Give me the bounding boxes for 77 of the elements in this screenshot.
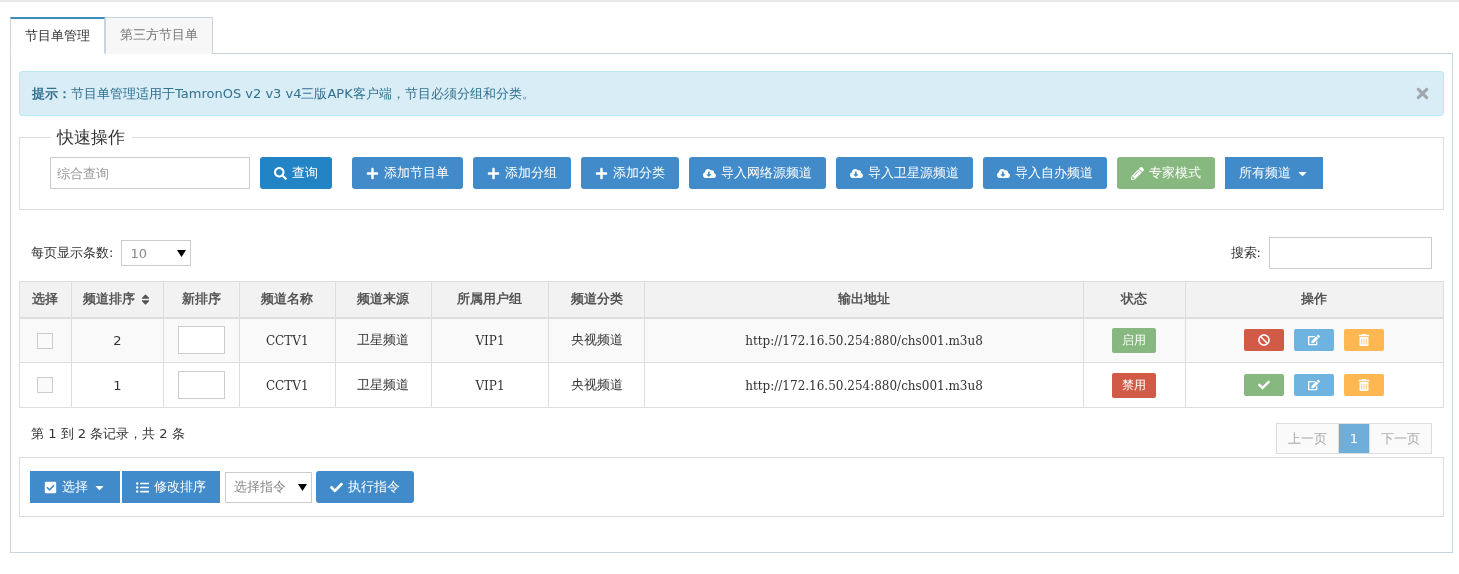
table-cell: 央视频道 <box>570 332 623 348</box>
column-header: 状态 <box>1083 281 1186 318</box>
plus-icon <box>595 166 608 180</box>
search-icon <box>274 166 287 180</box>
status-badge: 禁用 <box>1112 372 1157 398</box>
dropdown-arrow-icon <box>177 249 187 257</box>
edit-button[interactable] <box>1294 329 1335 352</box>
cloud-download-icon <box>850 166 863 180</box>
dropdown-arrow-icon <box>298 483 307 491</box>
table-cell: 1 <box>113 377 122 393</box>
cloud-download-icon <box>703 166 716 180</box>
table-cell: CCTV1 <box>265 378 309 393</box>
search-label: 搜索: <box>1230 244 1261 262</box>
new-order-field[interactable] <box>177 326 225 355</box>
select-button[interactable]: 选择 <box>30 471 120 503</box>
action-button[interactable]: 添加分类 <box>581 157 679 189</box>
checkbox-icon <box>44 480 57 494</box>
action-button[interactable]: 添加节目单 <box>352 157 463 189</box>
table-search-field[interactable] <box>1269 237 1432 269</box>
action-button[interactable]: 添加分组 <box>473 157 571 189</box>
command-select[interactable]: 选择指令 <box>225 471 312 503</box>
table-cell: VIP1 <box>475 378 505 393</box>
pencil-icon <box>1131 166 1144 180</box>
disable-button[interactable] <box>1244 329 1285 352</box>
row-checkbox[interactable] <box>37 332 54 349</box>
alert-text: 提示：节目单管理适用于TamronOS v2 v3 v4三版APK客户端，节目必须分组和分类。 <box>32 84 535 103</box>
reorder-button[interactable]: 修改排序 <box>122 471 220 503</box>
table-cell: VIP1 <box>475 333 505 348</box>
column-header: 操作 <box>1185 281 1444 318</box>
action-button[interactable]: 导入卫星源频道 <box>836 157 973 189</box>
check-icon <box>1258 379 1271 391</box>
plus-icon <box>366 166 379 180</box>
column-header: 频道名称 <box>239 281 336 318</box>
table-cell: 2 <box>113 332 122 348</box>
trash-icon <box>1358 379 1371 391</box>
table-cell: 卫星频道 <box>357 332 410 348</box>
action-button[interactable]: 导入网络源频道 <box>689 157 826 189</box>
column-header: 所属用户组 <box>431 281 549 318</box>
column-header: 新排序 <box>163 281 240 318</box>
column-header: 选择 <box>19 281 72 318</box>
action-button[interactable]: 所有频道 <box>1225 157 1323 189</box>
plus-icon <box>487 166 500 180</box>
column-header: 频道分类 <box>548 281 645 318</box>
cloud-download-icon <box>997 166 1010 180</box>
column-header: 频道来源 <box>335 281 432 318</box>
enable-button[interactable] <box>1244 374 1285 396</box>
page-size-label: 每页显示条数: <box>31 244 114 262</box>
check-icon <box>330 480 343 494</box>
action-button[interactable]: 专家模式 <box>1117 157 1215 189</box>
execute-button[interactable]: 执行指令 <box>316 471 414 503</box>
search-field[interactable]: 综合查询 <box>50 157 250 189</box>
records-info: 第 1 到 2 条记录，共 2 条 <box>31 425 185 443</box>
action-button[interactable]: 导入自办频道 <box>983 157 1107 189</box>
table-cell: http://172.16.50.254:880/chs001.m3u8 <box>745 378 983 393</box>
tab[interactable]: 节目单管理 <box>10 17 105 54</box>
list-icon <box>136 480 149 494</box>
table-cell: CCTV1 <box>265 333 309 348</box>
tab[interactable]: 第三方节目单 <box>105 17 213 54</box>
panel-legend: 快速操作 <box>50 126 132 149</box>
new-order-field[interactable] <box>177 371 225 399</box>
table-cell: 卫星频道 <box>357 377 410 392</box>
trash-icon <box>1358 334 1371 347</box>
ban-icon <box>1258 334 1271 347</box>
query-button[interactable]: 查询 <box>260 157 332 189</box>
page-size-select[interactable]: 10 <box>121 240 192 266</box>
edit-button[interactable] <box>1294 374 1335 396</box>
close-icon[interactable] <box>1414 85 1431 102</box>
table-cell: http://172.16.50.254:880/chs001.m3u8 <box>745 333 983 348</box>
edit-icon <box>1308 334 1321 347</box>
table-cell: 央视频道 <box>570 377 623 392</box>
delete-button[interactable] <box>1344 374 1385 396</box>
column-header: 输出地址 <box>644 281 1084 318</box>
row-checkbox[interactable] <box>37 377 54 394</box>
delete-button[interactable] <box>1344 329 1385 352</box>
edit-icon <box>1308 379 1321 391</box>
column-header[interactable]: 频道排序 <box>71 281 164 318</box>
status-badge: 启用 <box>1112 327 1157 353</box>
